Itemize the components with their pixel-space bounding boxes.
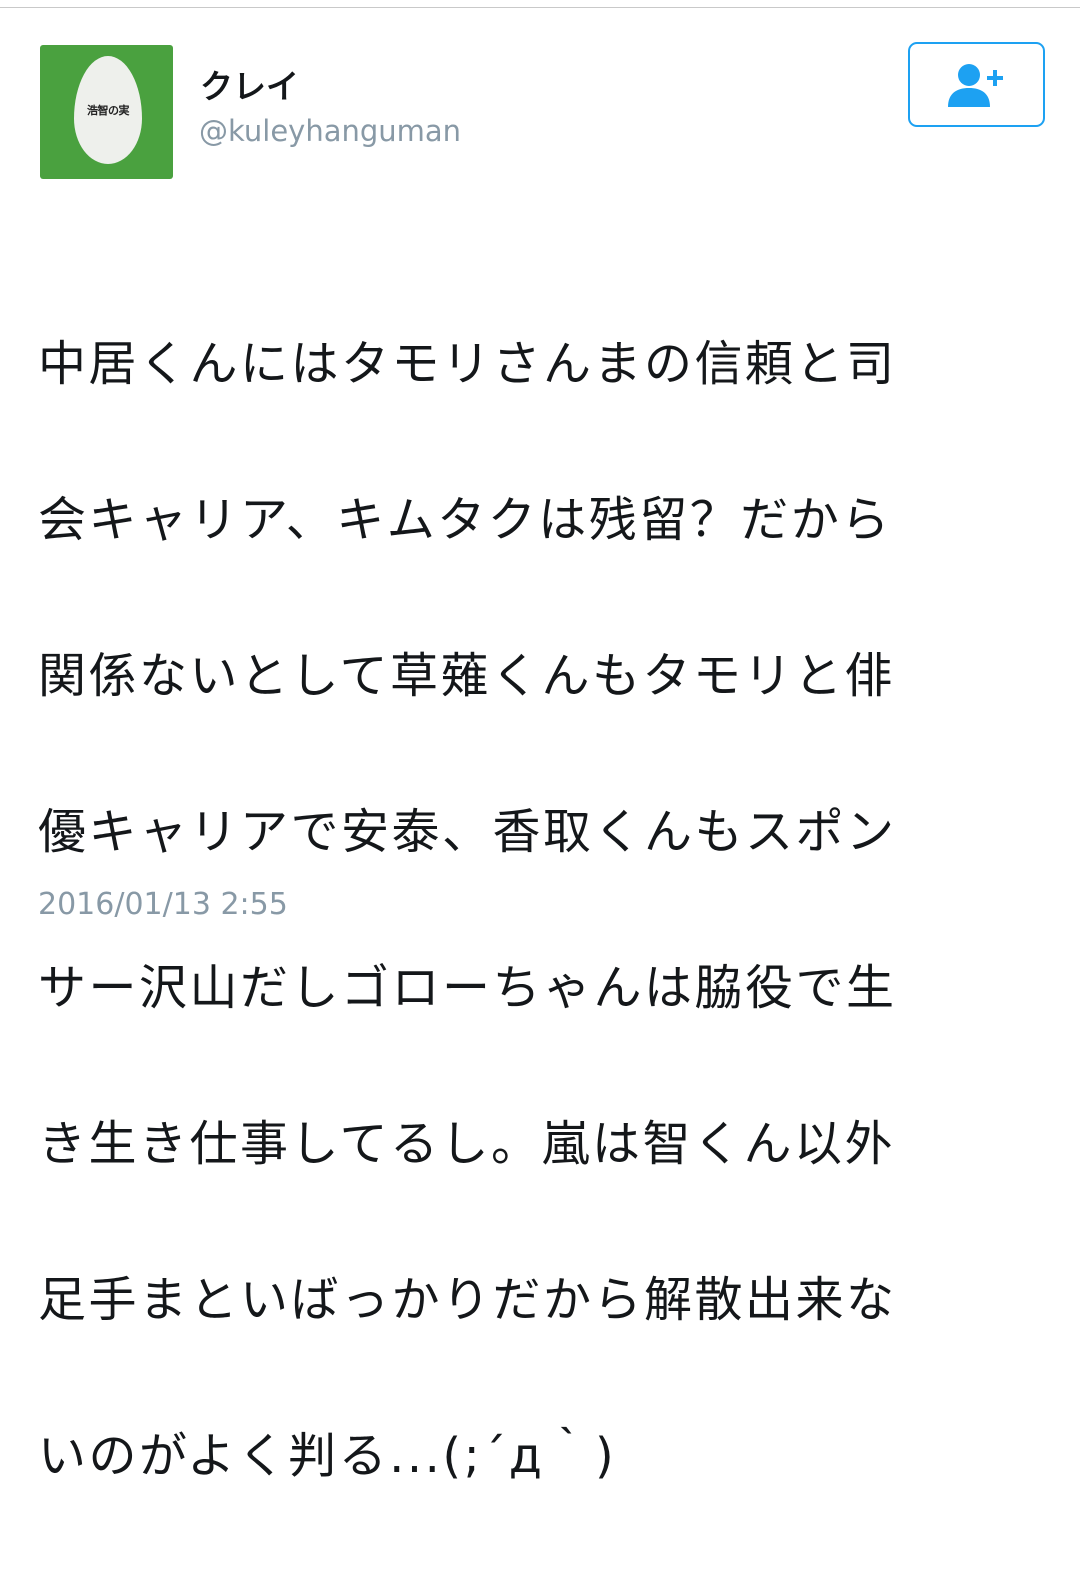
author-display-name[interactable]: クレイ: [200, 67, 299, 107]
follow-button[interactable]: [908, 42, 1045, 127]
tweet-text-line: いのがよく判る...(;´д｀): [38, 1428, 617, 1484]
add-user-icon: [947, 63, 1003, 107]
top-divider: [0, 0, 1080, 8]
tweet-text-line: 中居くんにはタモリさんまの信頼と司: [38, 336, 897, 392]
avatar-egg-image: 浩智の実: [74, 56, 142, 164]
author-handle[interactable]: @kuleyhanguman: [199, 113, 461, 149]
tweet-text-line: 会キャリア、キムタクは残留？だから: [38, 492, 892, 548]
tweet-text-line: 足手まといばっかりだから解散出来な: [38, 1272, 897, 1328]
tweet-text-line: 関係ないとして草薙くんもタモリと俳: [38, 648, 896, 704]
avatar-egg-text: 浩智の実: [87, 104, 130, 117]
tweet-card: 浩智の実 クレイ @kuleyhanguman 中居くんにはタモリさんまの信頼と…: [0, 9, 1080, 1484]
tweet-timestamp[interactable]: 2016/01/13 2:55: [38, 885, 288, 925]
tweet-text-line: 優キャリアで安泰、香取くんもスポン: [38, 804, 897, 860]
avatar[interactable]: 浩智の実: [40, 45, 173, 179]
tweet-text-line: き生き仕事してるし。嵐は智くん以外: [38, 1116, 896, 1172]
tweet-text-line: サー沢山だしゴローちゃんは脇役で生: [38, 960, 897, 1016]
